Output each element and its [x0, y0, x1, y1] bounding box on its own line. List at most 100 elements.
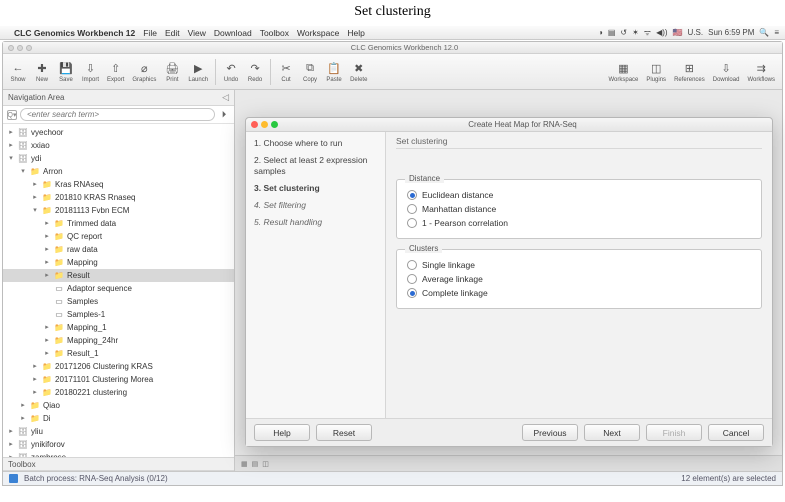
menu-workspace[interactable]: Workspace [297, 28, 339, 38]
disclosure-icon[interactable]: ▸ [43, 256, 51, 269]
tb-plugins[interactable]: ◫Plugins [643, 59, 669, 84]
distance-option[interactable]: Manhattan distance [407, 202, 751, 216]
tree-item[interactable]: ▸📁Mapping [3, 256, 234, 269]
clusters-option[interactable]: Complete linkage [407, 286, 751, 300]
tb-download[interactable]: ⇩Download [710, 59, 743, 84]
disclosure-icon[interactable]: ▸ [7, 126, 15, 139]
tb-show[interactable]: ←Show [7, 59, 29, 84]
tree-item[interactable]: ▸📁Kras RNAseq [3, 178, 234, 191]
radio-icon[interactable] [407, 218, 417, 228]
disclosure-icon[interactable]: ▸ [31, 386, 39, 399]
nav-collapse-icon[interactable]: ◁ [222, 92, 229, 103]
tb-workspace[interactable]: ▦Workspace [605, 59, 641, 84]
tree-item[interactable]: ▸📁Trimmed data [3, 217, 234, 230]
tb-graphics[interactable]: ⌀Graphics [129, 59, 159, 84]
disclosure-icon[interactable]: ▸ [19, 412, 27, 425]
radio-icon[interactable] [407, 260, 417, 270]
previous-button[interactable]: Previous [522, 424, 578, 441]
disclosure-icon[interactable]: ▸ [43, 269, 51, 282]
tree-item[interactable]: ▭Adaptor sequence [3, 282, 234, 295]
cancel-button[interactable]: Cancel [708, 424, 764, 441]
distance-option[interactable]: Euclidean distance [407, 188, 751, 202]
menu-file[interactable]: File [143, 28, 157, 38]
tree-item[interactable]: ▾📁20181113 Fvbn ECM [3, 204, 234, 217]
tree-item[interactable]: ▸🗄vyechoor [3, 126, 234, 139]
tb-delete[interactable]: ✖Delete [347, 59, 370, 84]
tree-item[interactable]: ▸📁20180221 clustering [3, 386, 234, 399]
search-input[interactable] [20, 108, 215, 121]
dialog-max-icon[interactable] [271, 121, 278, 128]
search-go-icon[interactable]: ⏵ [218, 109, 230, 120]
view-icon[interactable]: ▤ [252, 460, 259, 468]
dialog-close-icon[interactable] [251, 121, 258, 128]
help-button[interactable]: Help [254, 424, 310, 441]
disclosure-icon[interactable]: ▾ [19, 165, 27, 178]
next-button[interactable]: Next [584, 424, 640, 441]
tree-item[interactable]: ▸📁QC report [3, 230, 234, 243]
menu-edit[interactable]: Edit [165, 28, 180, 38]
tree-item[interactable]: ▭Samples [3, 295, 234, 308]
search-scope-icon[interactable]: Q▾ [7, 110, 17, 120]
disclosure-icon[interactable]: ▸ [7, 139, 15, 152]
menu-help[interactable]: Help [347, 28, 364, 38]
toolbox-header[interactable]: Toolbox [3, 457, 234, 471]
disclosure-icon[interactable]: ▾ [31, 204, 39, 217]
tree-item[interactable]: ▸📁Qiao [3, 399, 234, 412]
tree-item[interactable]: ▸🗄ynikiforov [3, 438, 234, 451]
tb-redo[interactable]: ↷Redo [244, 59, 266, 84]
tree-item[interactable]: ▸📁20171101 Clustering Morea [3, 373, 234, 386]
tb-workflows[interactable]: ⇉Workflows [744, 59, 778, 84]
disclosure-icon[interactable]: ▸ [19, 399, 27, 412]
tb-copy[interactable]: ⧉Copy [299, 59, 321, 84]
tb-undo[interactable]: ↶Undo [220, 59, 242, 84]
tb-print[interactable]: 🖨Print [161, 59, 183, 84]
window-close-icon[interactable] [8, 45, 14, 51]
radio-icon[interactable] [407, 288, 417, 298]
tree-item[interactable]: ▾📁Arron [3, 165, 234, 178]
tb-save[interactable]: 💾Save [55, 59, 77, 84]
disclosure-icon[interactable]: ▸ [31, 373, 39, 386]
clusters-option[interactable]: Average linkage [407, 272, 751, 286]
tree-item[interactable]: ▸🗄yliu [3, 425, 234, 438]
tree-item[interactable]: ▸📁Mapping_1 [3, 321, 234, 334]
tb-cut[interactable]: ✂Cut [275, 59, 297, 84]
menu-download[interactable]: Download [214, 28, 252, 38]
nav-tree[interactable]: ▸🗄vyechoor▸🗄xxiao▾🗄ydi▾📁Arron▸📁Kras RNAs… [3, 124, 234, 457]
notifications-icon[interactable]: ≡ [774, 28, 779, 37]
distance-option[interactable]: 1 - Pearson correlation [407, 216, 751, 230]
disclosure-icon[interactable]: ▸ [43, 347, 51, 360]
disclosure-icon[interactable]: ▾ [7, 152, 15, 165]
tree-item[interactable]: ▸📁Result [3, 269, 234, 282]
disclosure-icon[interactable]: ▸ [31, 360, 39, 373]
radio-icon[interactable] [407, 274, 417, 284]
spotlight-icon[interactable]: 🔍 [759, 28, 769, 37]
tb-launch[interactable]: ▶Launch [185, 59, 211, 84]
disclosure-icon[interactable]: ▸ [43, 217, 51, 230]
tree-item[interactable]: ▸🗄xxiao [3, 139, 234, 152]
radio-icon[interactable] [407, 190, 417, 200]
tb-references[interactable]: ⊞References [671, 59, 708, 84]
disclosure-icon[interactable]: ▸ [31, 178, 39, 191]
disclosure-icon[interactable]: ▸ [43, 334, 51, 347]
view-icon[interactable]: ◫ [262, 460, 269, 468]
tree-item[interactable]: ▸📁Di [3, 412, 234, 425]
view-icon[interactable]: ▦ [241, 460, 248, 468]
clusters-option[interactable]: Single linkage [407, 258, 751, 272]
tree-item[interactable]: ▸📁Result_1 [3, 347, 234, 360]
tree-item[interactable]: ▾🗄ydi [3, 152, 234, 165]
tree-item[interactable]: ▸📁raw data [3, 243, 234, 256]
tree-item[interactable]: ▸📁Mapping_24hr [3, 334, 234, 347]
disclosure-icon[interactable]: ▸ [7, 425, 15, 438]
window-min-icon[interactable] [17, 45, 23, 51]
radio-icon[interactable] [407, 204, 417, 214]
tb-paste[interactable]: 📋Paste [323, 59, 345, 84]
menu-toolbox[interactable]: Toolbox [260, 28, 289, 38]
disclosure-icon[interactable]: ▸ [43, 321, 51, 334]
reset-button[interactable]: Reset [316, 424, 372, 441]
tb-new[interactable]: ✚New [31, 59, 53, 84]
disclosure-icon[interactable]: ▸ [43, 230, 51, 243]
tree-item[interactable]: ▸📁20171206 Clustering KRAS [3, 360, 234, 373]
disclosure-icon[interactable]: ▸ [43, 243, 51, 256]
dialog-min-icon[interactable] [261, 121, 268, 128]
menu-view[interactable]: View [188, 28, 206, 38]
